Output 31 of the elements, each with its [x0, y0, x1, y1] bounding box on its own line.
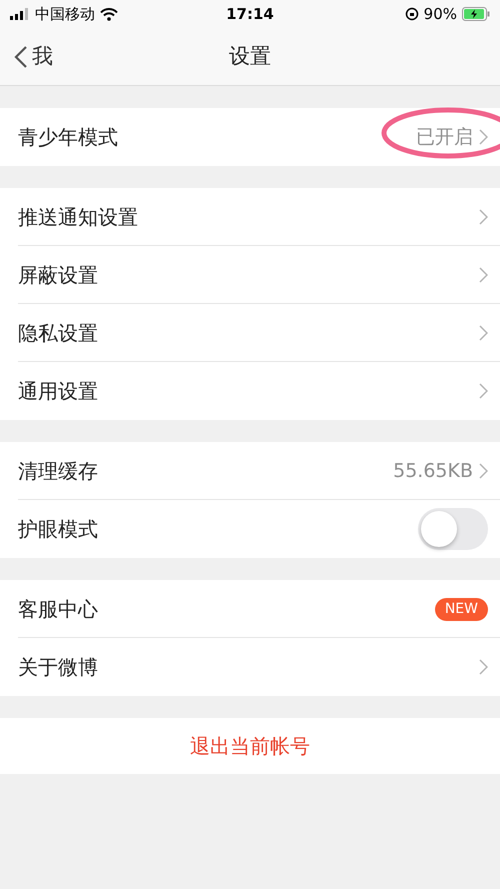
- battery-icon: [462, 7, 490, 21]
- toggle-switch[interactable]: [418, 508, 488, 550]
- setting-label: 清理缓存: [18, 458, 99, 485]
- setting-value: 已开启: [416, 124, 473, 150]
- chevron-right-icon: [479, 383, 488, 399]
- setting-label: 关于微博: [18, 654, 99, 681]
- chevron-right-icon: [479, 267, 488, 283]
- rotation-lock-icon: [404, 7, 419, 21]
- status-time: 17:14: [226, 4, 274, 25]
- wifi-icon: [100, 8, 118, 20]
- battery-percent: 90%: [424, 4, 457, 25]
- chevron-right-icon: [479, 325, 488, 341]
- setting-label: 隐私设置: [18, 320, 99, 347]
- carrier-name: 中国移动: [35, 4, 95, 25]
- chevron-right-icon: [479, 129, 488, 145]
- setting-label: 青少年模式: [18, 124, 119, 151]
- setting-label: 通用设置: [18, 378, 99, 405]
- setting-label: 客服中心: [18, 596, 99, 623]
- back-icon: [14, 44, 28, 68]
- signal-icon: [10, 8, 30, 20]
- chevron-right-icon: [479, 659, 488, 675]
- back-button[interactable]: 我: [0, 40, 53, 72]
- chevron-right-icon: [479, 209, 488, 225]
- page-title: 设置: [229, 42, 271, 70]
- setting-value: 55.65KB: [393, 458, 473, 484]
- setting-label: 推送通知设置: [18, 204, 139, 231]
- setting-label: 屏蔽设置: [18, 262, 99, 289]
- setting-label: 护眼模式: [18, 516, 99, 543]
- chevron-right-icon: [479, 463, 488, 479]
- new-badge: NEW: [434, 598, 488, 620]
- logout-button[interactable]: 退出当前帐号: [0, 718, 500, 774]
